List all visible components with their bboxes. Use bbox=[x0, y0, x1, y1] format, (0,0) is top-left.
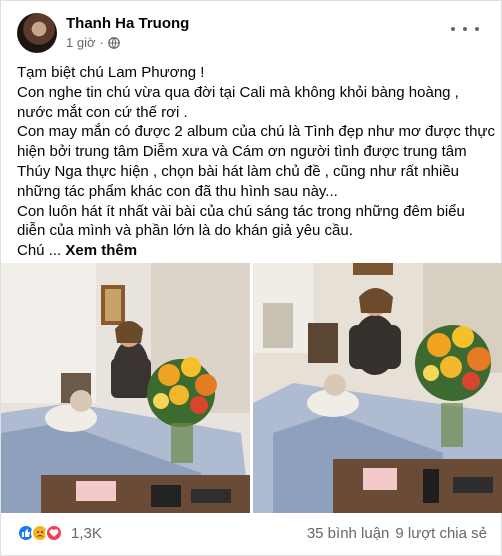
post-photo-1[interactable] bbox=[1, 263, 250, 513]
post-line: hiện bởi trung tâm Diễm xưa và Cám ơn ng… bbox=[17, 143, 467, 161]
post-meta: 1 giờ · bbox=[66, 35, 120, 50]
post-text: Tạm biệt chú Lam Phương ! Con nghe tin c… bbox=[17, 63, 495, 261]
photo-grid bbox=[1, 263, 502, 513]
share-count[interactable]: 9 lượt chia sẻ bbox=[395, 525, 487, 542]
love-icon bbox=[45, 524, 63, 542]
post-line: Con nghe tin chú vừa qua đời tại Cali mà… bbox=[17, 83, 459, 101]
post-line: nước mắt con cứ thế rơi . bbox=[17, 103, 188, 121]
post-photo-2[interactable] bbox=[253, 263, 502, 513]
post-header: Thanh Ha Truong 1 giờ · bbox=[17, 13, 487, 57]
author-name[interactable]: Thanh Ha Truong bbox=[66, 15, 189, 32]
last-line-prefix: Chú ... bbox=[17, 242, 62, 260]
post-line-last: Chú ... Xem thêm bbox=[17, 241, 491, 261]
post-line: Con may mắn có được 2 album của chú là T… bbox=[17, 123, 495, 141]
post-line: Tạm biệt chú Lam Phương ! bbox=[17, 64, 205, 81]
post-line: Con luôn hát ít nhất vài bài của chú sán… bbox=[17, 202, 465, 220]
globe-icon bbox=[107, 36, 120, 49]
post-line: Thúy Nga thực hiện , chọn bài hát làm ch… bbox=[17, 162, 460, 180]
post-line: diễn của mình và phần lớn là do khán giả… bbox=[17, 222, 353, 240]
reaction-count: 1,3K bbox=[71, 524, 102, 542]
author-avatar[interactable] bbox=[17, 13, 57, 53]
post-footer: 1,3K 35 bình luận 9 lượt chia sẻ bbox=[17, 521, 487, 545]
post-time[interactable]: 1 giờ bbox=[66, 35, 96, 50]
see-more-link[interactable]: Xem thêm bbox=[65, 242, 137, 259]
engagement-stats: 35 bình luận 9 lượt chia sẻ bbox=[307, 525, 487, 542]
more-options-icon[interactable] bbox=[451, 19, 479, 39]
post-line: những tác phẩm khác con đã thu hình sau … bbox=[17, 182, 338, 200]
reactions-summary[interactable]: 1,3K bbox=[17, 524, 102, 542]
meta-separator: · bbox=[99, 35, 104, 50]
post-card: Thanh Ha Truong 1 giờ · Tạm biệt chú Lam… bbox=[0, 0, 502, 556]
comment-count[interactable]: 35 bình luận bbox=[307, 525, 390, 542]
